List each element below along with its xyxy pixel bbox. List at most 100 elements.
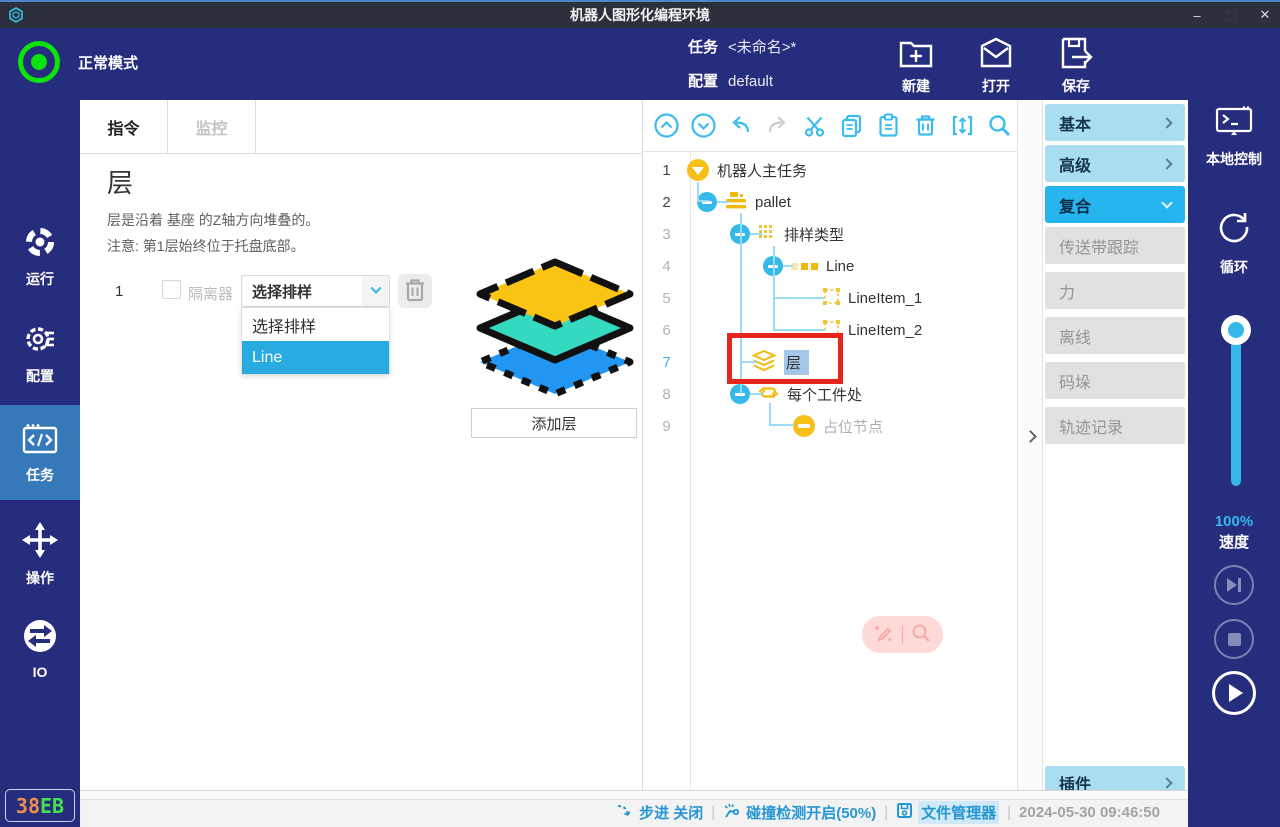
mode-green-icon <box>18 41 60 83</box>
collision-icon <box>723 802 741 824</box>
lineitem-icon <box>823 288 840 308</box>
layers-illustration <box>470 258 640 409</box>
trash-icon <box>404 278 426 305</box>
status-badge: 38EB <box>5 789 75 822</box>
close-button[interactable]: ✕ <box>1250 3 1280 27</box>
new-button[interactable]: 新建 <box>884 36 948 96</box>
magnifier-icon <box>910 622 932 647</box>
category-item-palletize[interactable]: 码垛 <box>1045 362 1185 399</box>
window-title: 机器人图形化编程环境 <box>0 5 1280 25</box>
tree-row-pattern-type[interactable]: 3 排样类型 <box>643 218 1017 250</box>
tree-row-pallet[interactable]: 2 pallet <box>643 186 1017 218</box>
category-item-trajectory[interactable]: 轨迹记录 <box>1045 407 1185 444</box>
chevron-right-icon <box>1161 158 1172 169</box>
code-window-icon <box>22 423 58 458</box>
page-title: 层 <box>107 163 133 200</box>
nav-item-config[interactable]: 配置 <box>0 312 80 392</box>
loop-button[interactable]: 循环 <box>1188 208 1280 277</box>
skip-next-icon <box>1227 578 1241 592</box>
chevron-down-icon[interactable] <box>362 276 389 306</box>
copy-icon[interactable] <box>838 112 865 139</box>
category-panel: 基本 高级 复合 传送带跟踪 力 离线 码垛 轨迹记录 插件 <box>1043 100 1188 790</box>
step-mode-status[interactable]: 步进 关闭 <box>616 802 703 823</box>
speed-slider-knob[interactable] <box>1221 315 1251 345</box>
save-icon <box>1058 36 1094 73</box>
category-advanced[interactable]: 高级 <box>1045 145 1185 182</box>
dropdown-option-line[interactable]: Line <box>242 341 389 374</box>
pattern-select[interactable]: 选择排样 <box>241 275 390 307</box>
move-down-icon[interactable] <box>690 112 717 139</box>
titlebar: 机器人图形化编程环境 – ▢ ✕ <box>0 0 1280 28</box>
open-button[interactable]: 打开 <box>964 36 1028 96</box>
minimize-button[interactable]: – <box>1182 3 1212 27</box>
tree-connector <box>717 201 729 203</box>
search-icon[interactable] <box>986 112 1013 139</box>
collapse-icon[interactable] <box>949 112 976 139</box>
tree-connector <box>697 200 709 202</box>
cycle-icon <box>1215 208 1253 249</box>
tree-row-root[interactable]: 1 机器人主任务 <box>643 154 1017 186</box>
add-layer-button[interactable]: 添加层 <box>471 408 637 438</box>
collapse-triangle-icon[interactable] <box>687 159 709 181</box>
category-item-conveyor[interactable]: 传送带跟踪 <box>1045 227 1185 264</box>
dropdown-option-default[interactable]: 选择排样 <box>242 308 389 341</box>
file-manager-status[interactable]: 文件管理器 <box>896 801 999 824</box>
category-basic[interactable]: 基本 <box>1045 104 1185 141</box>
disk-icon <box>896 802 913 823</box>
tree-toolbar <box>643 100 1017 152</box>
category-item-force[interactable]: 力 <box>1045 272 1185 309</box>
tree-connector <box>783 265 793 267</box>
category-item-offline[interactable]: 离线 <box>1045 317 1185 354</box>
redo-icon[interactable] <box>764 112 791 139</box>
nav-item-io[interactable]: IO <box>0 608 80 688</box>
nav-item-task-active[interactable]: 任务 <box>0 405 80 500</box>
speed-label: 速度 <box>1188 531 1280 552</box>
cut-icon[interactable] <box>801 112 828 139</box>
local-control-button[interactable]: 本地控制 <box>1188 106 1280 169</box>
nav-item-operate[interactable]: 操作 <box>0 512 80 592</box>
tree-row-placeholder[interactable]: 9 占位节点 <box>643 410 1017 442</box>
delete-layer-button[interactable] <box>398 274 432 308</box>
step-next-button[interactable] <box>1214 565 1254 605</box>
timestamp: 2024-05-30 09:46:50 <box>1019 804 1160 821</box>
pattern-select-value: 选择排样 <box>242 281 362 302</box>
save-button[interactable]: 保存 <box>1044 36 1108 96</box>
tree-row-line[interactable]: 4 Line <box>643 250 1017 282</box>
panel-expander[interactable] <box>1017 100 1043 790</box>
stop-icon <box>1228 633 1241 646</box>
category-composite-expanded[interactable]: 复合 <box>1045 186 1185 223</box>
move-up-icon[interactable] <box>653 112 680 139</box>
step-mode-icon <box>616 803 634 823</box>
separator-checkbox[interactable] <box>162 280 181 299</box>
paste-icon[interactable] <box>875 112 902 139</box>
right-control-rail: 本地控制 循环 100% 速度 <box>1188 28 1280 827</box>
tab-monitor[interactable]: 监控 <box>168 100 256 154</box>
stop-button[interactable] <box>1214 619 1254 659</box>
delete-icon[interactable] <box>912 112 939 139</box>
play-button[interactable] <box>1212 671 1256 715</box>
pattern-dropdown: 选择排样 Line <box>241 307 390 375</box>
maximize-button[interactable]: ▢ <box>1216 3 1246 27</box>
config-value: default <box>728 71 773 93</box>
speed-slider-track[interactable] <box>1231 328 1241 486</box>
move-arrows-icon <box>22 522 58 561</box>
tab-instruction[interactable]: 指令 <box>80 100 168 154</box>
new-icon <box>898 36 934 73</box>
mode-label: 正常模式 <box>78 52 138 73</box>
collision-detection-status[interactable]: 碰撞检测开启(50%) <box>723 802 876 824</box>
open-icon <box>978 36 1014 73</box>
nav-item-run[interactable]: 运行 <box>0 215 80 295</box>
line-pattern-icon <box>791 258 818 274</box>
tree-connector <box>750 233 762 235</box>
instruction-panel: 指令 监控 层 层是沿着 基座 的Z轴方向堆叠的。 注意: 第1层始终位于托盘底… <box>80 100 643 790</box>
run-icon <box>23 225 57 262</box>
tree-connector <box>774 329 824 331</box>
tree-connector <box>774 297 824 299</box>
header: 正常模式 任务 <未命名>* 配置 default 新建 打开 保存 <box>0 28 1280 100</box>
task-label: 任务 <box>688 37 718 59</box>
collapse-minus-icon[interactable] <box>697 192 717 212</box>
undo-icon[interactable] <box>727 112 754 139</box>
mode-indicator: 正常模式 <box>18 41 138 83</box>
placeholder-node-icon <box>793 415 815 437</box>
tree-row-lineitem-1[interactable]: 5 LineItem_1 <box>643 282 1017 314</box>
